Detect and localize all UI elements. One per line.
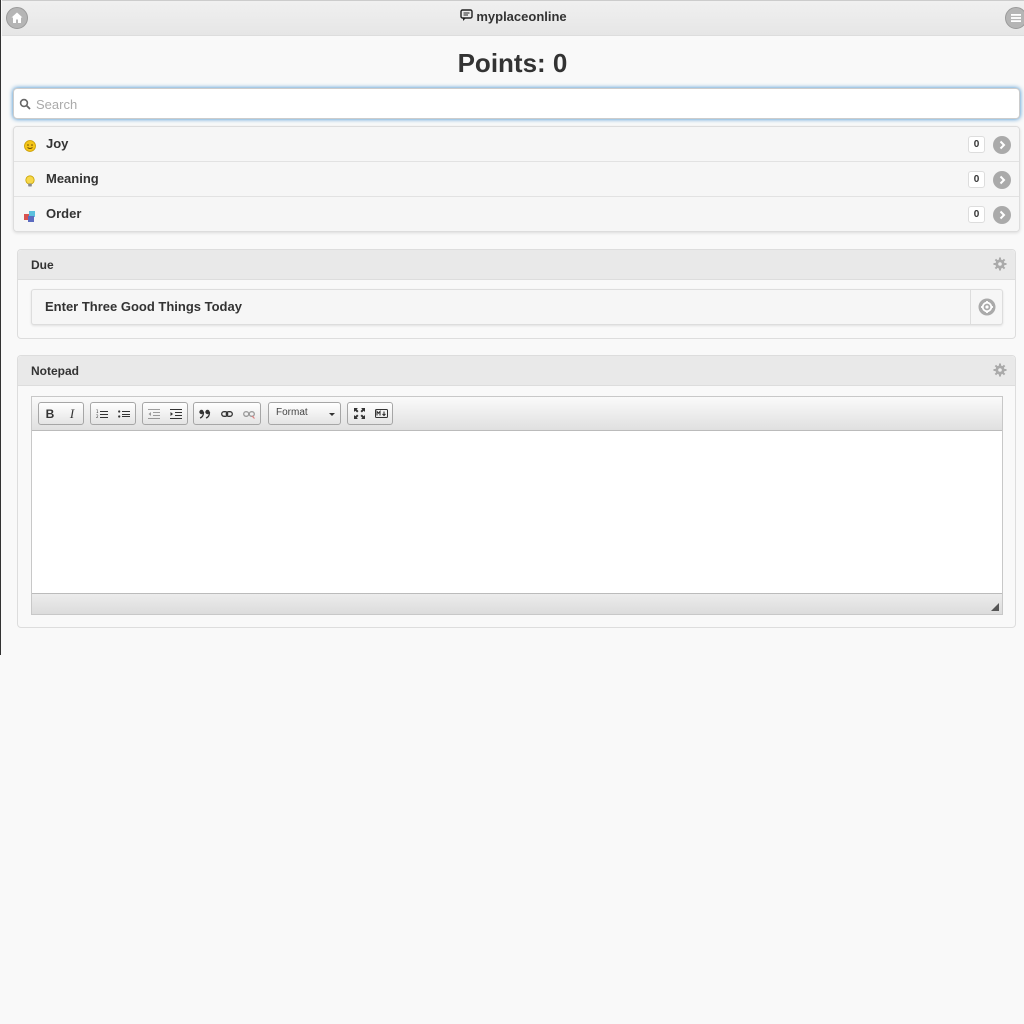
list-group: 12 <box>90 402 136 425</box>
editor-statusbar <box>32 593 1002 614</box>
app-title[interactable]: myplaceonline <box>2 9 1024 24</box>
outdent-icon[interactable] <box>143 403 165 424</box>
category-label: Joy <box>46 136 69 151</box>
due-item-settings-button[interactable] <box>970 290 1002 324</box>
maximize-icon[interactable] <box>348 403 370 424</box>
bulleted-list-icon[interactable] <box>113 403 135 424</box>
notepad-panel-header[interactable]: Notepad <box>18 356 1015 386</box>
italic-button[interactable]: I <box>61 403 83 424</box>
category-item-meaning[interactable]: Meaning 0 <box>14 162 1019 197</box>
category-item-order[interactable]: Order 0 <box>14 197 1019 231</box>
notepad-panel-title: Notepad <box>31 364 79 378</box>
markdown-icon[interactable] <box>370 403 392 424</box>
numbered-list-icon[interactable]: 12 <box>91 403 113 424</box>
bold-button[interactable]: B <box>39 403 61 424</box>
blocks-icon <box>24 211 35 222</box>
gear-icon[interactable] <box>993 363 1007 377</box>
due-panel-header[interactable]: Due <box>18 250 1015 280</box>
gear-icon[interactable] <box>993 257 1007 271</box>
format-dropdown[interactable]: Format <box>268 402 341 425</box>
svg-text:2: 2 <box>96 414 99 419</box>
notepad-text-area[interactable] <box>32 431 1002 593</box>
app-title-text: myplaceonline <box>476 9 567 24</box>
insert-group <box>193 402 261 425</box>
due-panel-title: Due <box>31 258 54 272</box>
chat-logo-icon <box>460 9 474 21</box>
chevron-right-icon[interactable] <box>993 136 1011 154</box>
due-item[interactable]: Enter Three Good Things Today <box>31 289 1003 325</box>
search-input[interactable] <box>36 93 1006 115</box>
editor-toolbar: B I 12 Format <box>32 397 1002 431</box>
category-item-joy[interactable]: Joy 0 <box>14 127 1019 162</box>
points-heading: Points: 0 <box>457 48 568 78</box>
due-item-label: Enter Three Good Things Today <box>45 299 242 314</box>
rich-text-editor: B I 12 Format <box>31 396 1003 615</box>
indent-group <box>142 402 188 425</box>
format-label: Format <box>276 407 308 418</box>
header-bar: myplaceonline <box>2 0 1024 36</box>
lightbulb-icon <box>25 175 35 187</box>
category-list: Joy 0 Meaning 0 Order 0 <box>13 126 1020 232</box>
notepad-panel: Notepad B I 12 Format <box>17 355 1016 628</box>
text-style-group: B I <box>38 402 84 425</box>
due-panel: Due Enter Three Good Things Today <box>17 249 1016 339</box>
count-badge: 0 <box>968 171 985 188</box>
category-label: Order <box>46 206 82 221</box>
menu-icon <box>1011 14 1021 22</box>
blockquote-icon[interactable] <box>194 403 216 424</box>
resize-handle-icon[interactable] <box>991 603 999 611</box>
view-group <box>347 402 393 425</box>
indent-icon[interactable] <box>165 403 187 424</box>
smiley-icon <box>24 140 36 152</box>
search-box <box>13 88 1020 119</box>
chevron-right-icon[interactable] <box>993 171 1011 189</box>
gear-icon <box>978 298 995 316</box>
count-badge: 0 <box>968 136 985 153</box>
menu-button[interactable] <box>1005 7 1024 29</box>
search-icon <box>19 98 31 110</box>
category-label: Meaning <box>46 171 99 186</box>
unlink-icon[interactable] <box>238 403 260 424</box>
link-icon[interactable] <box>216 403 238 424</box>
chevron-down-icon <box>329 413 335 416</box>
chevron-right-icon[interactable] <box>993 206 1011 224</box>
count-badge: 0 <box>968 206 985 223</box>
app-page: myplaceonline Points: 0 Joy <box>0 0 1024 655</box>
